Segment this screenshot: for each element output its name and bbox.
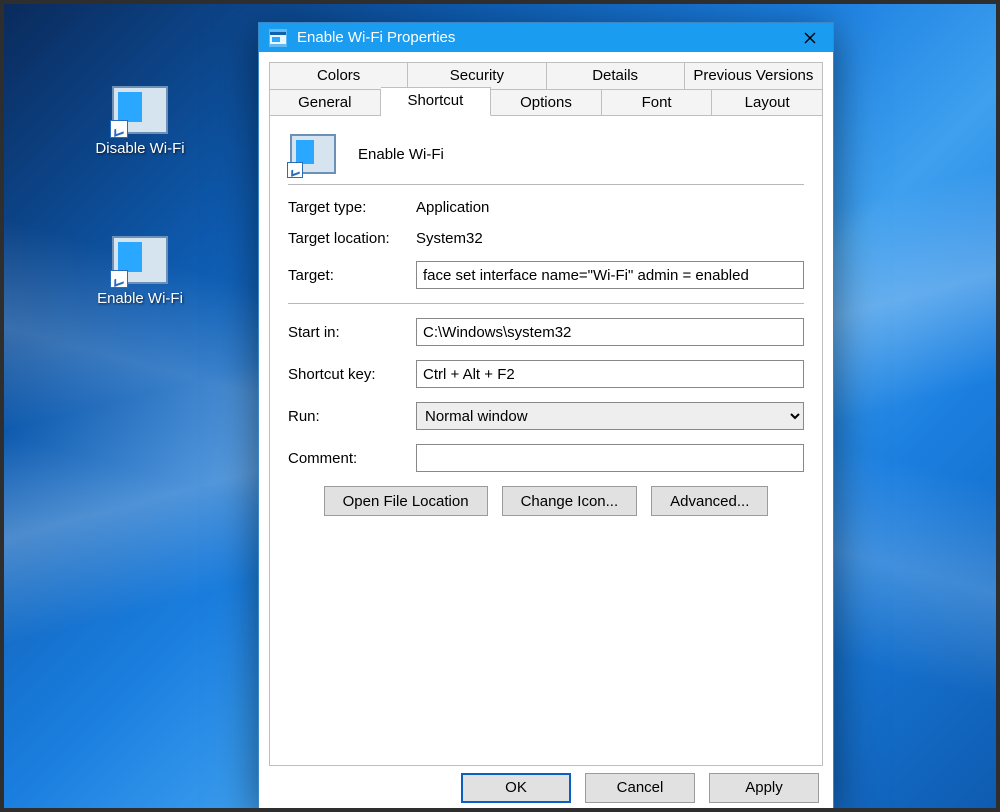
run-label: Run: (288, 408, 416, 425)
desktop[interactable]: Disable Wi-Fi Enable Wi-Fi Enable Wi-Fi … (0, 0, 1000, 812)
close-button[interactable] (787, 23, 833, 52)
dialog-body: Colors Security Details Previous Version… (259, 52, 833, 766)
target-type-value: Application (416, 199, 489, 216)
tab-shortcut[interactable]: Shortcut (381, 87, 492, 116)
desktop-icon-enable-wifi[interactable]: Enable Wi-Fi (80, 236, 200, 307)
run-select[interactable]: Normal window (416, 402, 804, 430)
target-location-value: System32 (416, 230, 483, 247)
shortcut-name: Enable Wi-Fi (358, 146, 444, 163)
target-type-label: Target type: (288, 199, 416, 216)
shortcut-key-input[interactable] (416, 360, 804, 388)
desktop-icon-disable-wifi[interactable]: Disable Wi-Fi (80, 86, 200, 157)
tab-font[interactable]: Font (602, 89, 713, 116)
open-file-location-button[interactable]: Open File Location (324, 486, 488, 516)
target-input[interactable] (416, 261, 804, 289)
window-icon (269, 29, 287, 47)
tab-layout[interactable]: Layout (712, 89, 823, 116)
tabs-row-2: General Shortcut Options Font Layout (269, 89, 823, 116)
cancel-button[interactable]: Cancel (585, 773, 695, 803)
tab-security[interactable]: Security (408, 62, 546, 89)
ok-button[interactable]: OK (461, 773, 571, 803)
tab-options[interactable]: Options (491, 89, 602, 116)
advanced-button[interactable]: Advanced... (651, 486, 768, 516)
titlebar[interactable]: Enable Wi-Fi Properties (259, 23, 833, 52)
shortcut-panel: Enable Wi-Fi Target type: Application Ta… (269, 116, 823, 766)
divider (288, 184, 804, 185)
dialog-buttons: OK Cancel Apply (259, 766, 833, 809)
shortcut-icon (112, 86, 168, 134)
close-icon (804, 32, 816, 44)
start-in-input[interactable] (416, 318, 804, 346)
target-location-label: Target location: (288, 230, 416, 247)
window-title: Enable Wi-Fi Properties (297, 29, 787, 46)
properties-dialog: Enable Wi-Fi Properties Colors Security … (258, 22, 834, 810)
start-in-label: Start in: (288, 324, 416, 341)
desktop-icon-label: Disable Wi-Fi (80, 140, 200, 157)
apply-button[interactable]: Apply (709, 773, 819, 803)
shortcut-icon (112, 236, 168, 284)
change-icon-button[interactable]: Change Icon... (502, 486, 638, 516)
tab-previous-versions[interactable]: Previous Versions (685, 62, 823, 89)
desktop-icon-label: Enable Wi-Fi (80, 290, 200, 307)
tabs-row-1: Colors Security Details Previous Version… (269, 62, 823, 89)
comment-label: Comment: (288, 450, 416, 467)
tab-details[interactable]: Details (547, 62, 685, 89)
target-label: Target: (288, 267, 416, 284)
shortcut-large-icon (290, 134, 336, 174)
tab-colors[interactable]: Colors (269, 62, 408, 89)
divider (288, 303, 804, 304)
shortcut-key-label: Shortcut key: (288, 366, 416, 383)
comment-input[interactable] (416, 444, 804, 472)
tab-general[interactable]: General (269, 89, 381, 116)
